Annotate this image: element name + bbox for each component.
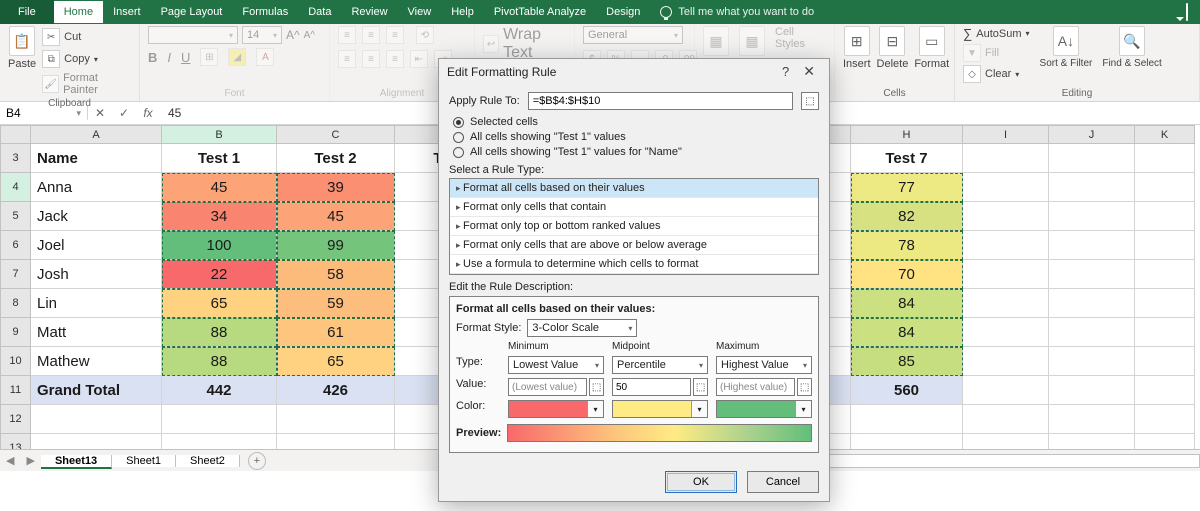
dialog-title: Edit Formatting Rule [447, 65, 556, 79]
ribbon-tab-formulas[interactable]: Formulas [232, 1, 298, 23]
preview-gradient [507, 424, 812, 442]
sheet-tab-sheet2[interactable]: Sheet2 [176, 455, 240, 467]
format-table-icon[interactable]: ▦ [739, 26, 765, 56]
rule-type-item[interactable]: Format all cells based on their values [450, 179, 818, 198]
type-min-select[interactable]: Lowest Value▾ [508, 356, 604, 374]
apply-scope-radio-2[interactable]: All cells showing "Test 1" values for "N… [453, 146, 819, 158]
lightbulb-icon [660, 6, 672, 18]
rule-desc-label: Edit the Rule Description: [449, 281, 573, 293]
ribbon-tab-page-layout[interactable]: Page Layout [151, 1, 233, 23]
group-label: Cells [843, 86, 946, 101]
clear-button[interactable]: ◇Clear▾ [963, 65, 1030, 83]
apply-scope-radio-0[interactable]: Selected cells [453, 116, 819, 128]
rule-type-list[interactable]: Format all cells based on their valuesFo… [449, 178, 819, 275]
eraser-icon: ◇ [963, 65, 981, 83]
ribbon-tab-view[interactable]: View [398, 1, 442, 23]
align-top-icon[interactable]: ≡ [338, 26, 356, 44]
share-icon[interactable] [1186, 4, 1188, 20]
format-cells-icon[interactable]: ▭ [919, 26, 945, 56]
type-mid-select[interactable]: Percentile▾ [612, 356, 708, 374]
col-mid-label: Midpoint [612, 341, 708, 352]
rule-type-item[interactable]: Format only cells that are above or belo… [450, 236, 818, 255]
type-max-select[interactable]: Highest Value▾ [716, 356, 812, 374]
rule-type-label: Select a Rule Type: [449, 164, 544, 176]
format-painter-button[interactable]: 🖌Format Painter [42, 72, 131, 96]
ribbon-tabs: File HomeInsertPage LayoutFormulasDataRe… [0, 0, 1200, 24]
tell-me-label: Tell me what you want to do [678, 6, 814, 18]
ok-button[interactable]: OK [665, 471, 737, 493]
color-min-select[interactable]: ▾ [508, 400, 604, 418]
add-sheet-button[interactable]: + [248, 452, 266, 470]
sheet-nav-prev[interactable]: ◀ [0, 454, 20, 467]
rule-type-item[interactable]: Format only top or bottom ranked values [450, 217, 818, 236]
apply-rule-label: Apply Rule To: [449, 95, 520, 107]
delete-cells-icon[interactable]: ⊟ [879, 26, 905, 56]
fill-icon[interactable]: ▼ [963, 44, 981, 62]
format-style-label: Format Style: [456, 322, 521, 334]
edit-formatting-rule-dialog: Edit Formatting Rule ? ✕ Apply Rule To: … [438, 58, 830, 502]
ribbon-tab-pivottable-analyze[interactable]: PivotTable Analyze [484, 1, 596, 23]
color-mid-select[interactable]: ▾ [612, 400, 708, 418]
apply-scope-radio-1[interactable]: All cells showing "Test 1" values [453, 131, 819, 143]
rule-type-item[interactable]: Use a formula to determine which cells t… [450, 255, 818, 274]
cut-button[interactable]: ✂Cut [42, 28, 131, 46]
sheet-nav-next[interactable]: ▶ [20, 454, 40, 467]
value-min-input[interactable] [508, 378, 587, 396]
dialog-help-icon[interactable]: ? [774, 64, 797, 79]
italic-button[interactable]: I [167, 50, 171, 65]
apply-rule-input[interactable] [528, 92, 793, 110]
format-style-select[interactable]: 3-Color Scale▾ [527, 319, 637, 337]
ribbon-tab-help[interactable]: Help [441, 1, 484, 23]
col-max-label: Maximum [716, 341, 812, 352]
ribbon-tab-design[interactable]: Design [596, 1, 650, 23]
value-max-input[interactable] [716, 378, 795, 396]
col-min-label: Minimum [508, 341, 604, 352]
cond-format-icon[interactable]: ▦ [703, 26, 729, 56]
fill-color-icon[interactable]: ◢ [228, 48, 246, 66]
ribbon-tab-review[interactable]: Review [341, 1, 397, 23]
rule-type-item[interactable]: Format only cells that contain [450, 198, 818, 217]
dialog-close-icon[interactable]: ✕ [797, 63, 821, 80]
ribbon-tab-insert[interactable]: Insert [103, 1, 151, 23]
fx-icon[interactable]: fx [136, 106, 160, 120]
ribbon-tab-home[interactable]: Home [54, 1, 103, 23]
insert-cells-icon[interactable]: ⊞ [844, 26, 870, 56]
file-tab[interactable]: File [0, 0, 54, 24]
desc-heading: Format all cells based on their values: [456, 303, 812, 315]
autosum-button[interactable]: ∑ AutoSum ▾ [963, 26, 1030, 41]
underline-button[interactable]: U [181, 50, 190, 65]
group-label: Editing [963, 86, 1191, 101]
wrap-text-icon[interactable]: ↩ [483, 35, 499, 53]
sheet-tab-sheet1[interactable]: Sheet1 [112, 455, 176, 467]
ribbon-tab-data[interactable]: Data [298, 1, 341, 23]
copy-button[interactable]: ⧉Copy▾ [42, 50, 131, 68]
font-color-icon[interactable]: A [256, 48, 274, 66]
range-picker-icon[interactable]: ⬚ [801, 92, 819, 110]
color-max-select[interactable]: ▾ [716, 400, 812, 418]
border-icon[interactable]: ⊞ [200, 48, 218, 66]
find-select-icon[interactable]: 🔍 [1119, 26, 1145, 56]
tell-me[interactable]: Tell me what you want to do [660, 6, 814, 18]
bold-button[interactable]: B [148, 50, 157, 65]
sort-filter-icon[interactable]: A↓ [1053, 26, 1079, 56]
group-label: Clipboard [8, 96, 131, 111]
paste-icon[interactable]: 📋 [9, 26, 35, 56]
group-label: Font [148, 86, 321, 101]
formula-value[interactable]: 45 [160, 106, 181, 120]
orientation-icon[interactable]: ⟲ [416, 26, 434, 44]
cancel-button[interactable]: Cancel [747, 471, 819, 493]
preview-label: Preview: [456, 427, 501, 439]
paste-label: Paste [8, 58, 36, 70]
value-mid-input[interactable] [612, 378, 691, 396]
sheet-tab-sheet13[interactable]: Sheet13 [41, 455, 112, 469]
